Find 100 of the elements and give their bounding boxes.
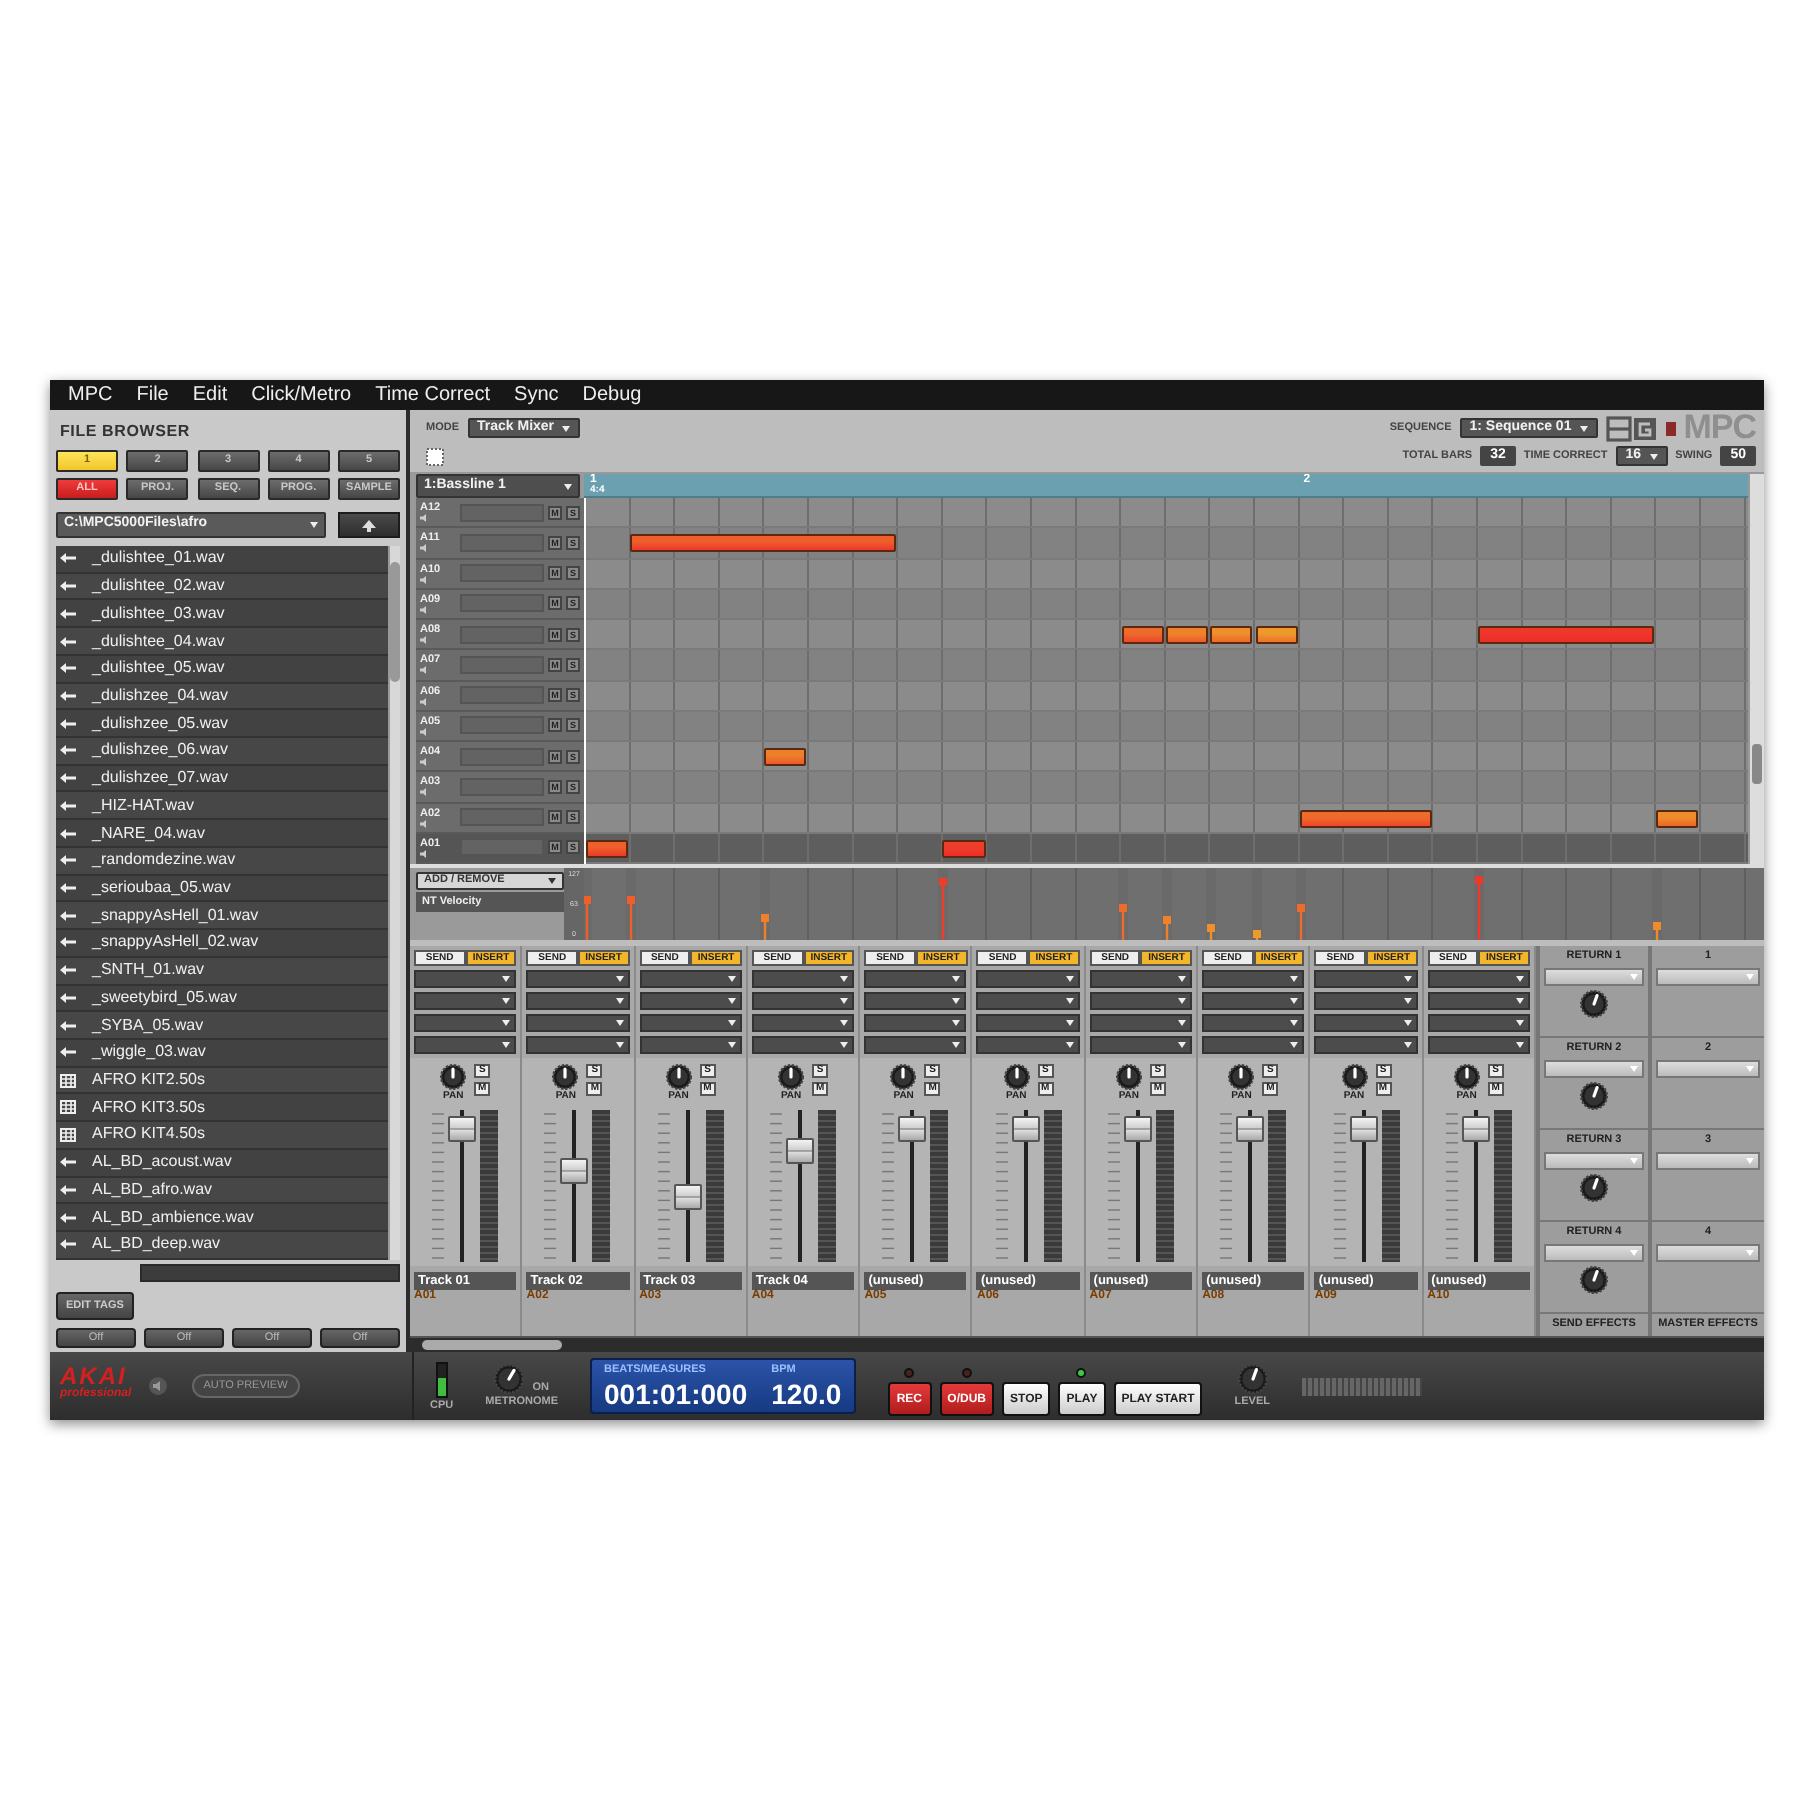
insert-slot-dropdown[interactable]: [1202, 970, 1305, 988]
browser-entry[interactable]: _NARE_04.wav: [56, 820, 388, 848]
level-knob[interactable]: [1237, 1364, 1268, 1394]
browser-entry[interactable]: _dulishzee_05.wav: [56, 710, 388, 739]
grid-row[interactable]: [584, 528, 1748, 559]
insert-slot-dropdown[interactable]: [1202, 992, 1305, 1010]
menu-item[interactable]: Debug: [570, 381, 654, 409]
browser-entry[interactable]: _randomdezine.wav: [56, 847, 388, 876]
browser-entry[interactable]: AL_BD_acoust.wav: [56, 1149, 388, 1178]
menu-item[interactable]: Click/Metro: [239, 381, 364, 409]
insert-slot-dropdown[interactable]: [864, 992, 967, 1010]
menu-item[interactable]: File: [124, 381, 181, 409]
effect-dropdown[interactable]: [1656, 1152, 1760, 1170]
fader-thumb[interactable]: [1011, 1116, 1040, 1143]
insert-slot-dropdown[interactable]: [1089, 1014, 1193, 1032]
pan-knob[interactable]: [890, 1064, 917, 1090]
fader-thumb[interactable]: [1349, 1116, 1378, 1143]
insert-slot-dropdown[interactable]: [1202, 1014, 1305, 1032]
browser-entry[interactable]: AFRO KIT3.50s: [56, 1094, 388, 1123]
browser-entry[interactable]: _snappyAsHell_02.wav: [56, 930, 388, 958]
insert-slot-dropdown[interactable]: [864, 1014, 967, 1032]
tag-field[interactable]: [140, 1264, 400, 1282]
browser-entry[interactable]: AL_BD_deep.wav: [56, 1231, 388, 1260]
fader-thumb[interactable]: [1236, 1116, 1265, 1143]
insert-slot-dropdown[interactable]: [751, 970, 855, 988]
fader-thumb[interactable]: [1123, 1116, 1152, 1143]
fader-thumb[interactable]: [898, 1116, 927, 1143]
pan-knob[interactable]: [665, 1064, 692, 1090]
pan-knob[interactable]: [1228, 1064, 1255, 1090]
browser-entry[interactable]: AFRO KIT4.50s: [56, 1122, 388, 1150]
note-block[interactable]: [1299, 809, 1432, 827]
menu-item[interactable]: Time Correct: [363, 381, 503, 409]
menu-item[interactable]: Edit: [180, 381, 240, 409]
pan-knob[interactable]: [778, 1064, 805, 1090]
browser-entry[interactable]: AFRO KIT2.50s: [56, 1067, 388, 1095]
insert-slot-dropdown[interactable]: [1427, 970, 1530, 988]
browser-entry[interactable]: _sweetybird_05.wav: [56, 985, 388, 1013]
return-knob[interactable]: [1580, 990, 1608, 1018]
browser-entry[interactable]: AL_BD_afro.wav: [56, 1177, 388, 1205]
note-block[interactable]: [1255, 626, 1298, 644]
fader-track[interactable]: [1123, 1110, 1152, 1262]
fader-thumb[interactable]: [1461, 1116, 1490, 1143]
scrollbar-thumb[interactable]: [1752, 744, 1762, 784]
select-icon[interactable]: [426, 447, 444, 465]
pan-knob[interactable]: [1003, 1064, 1030, 1090]
metronome-knob[interactable]: [494, 1364, 525, 1394]
note-block[interactable]: [942, 839, 986, 858]
fader-thumb[interactable]: [448, 1116, 477, 1143]
scrollbar[interactable]: [388, 546, 400, 1260]
insert-slot-dropdown[interactable]: [639, 970, 742, 988]
pan-knob[interactable]: [552, 1064, 579, 1090]
browser-entry[interactable]: _dulishtee_01.wav: [56, 546, 388, 574]
insert-slot-dropdown[interactable]: [639, 1036, 742, 1054]
grid-row[interactable]: [584, 803, 1748, 834]
note-block[interactable]: [1165, 626, 1209, 644]
browser-entry[interactable]: _dulishzee_06.wav: [56, 738, 388, 766]
insert-slot-dropdown[interactable]: [414, 1036, 517, 1054]
insert-slot-dropdown[interactable]: [751, 992, 855, 1010]
insert-slot-dropdown[interactable]: [639, 1014, 742, 1032]
insert-slot-dropdown[interactable]: [864, 970, 967, 988]
insert-slot-dropdown[interactable]: [1089, 970, 1193, 988]
browser-entry[interactable]: _SNTH_01.wav: [56, 957, 388, 985]
note-block[interactable]: [586, 839, 629, 858]
note-block[interactable]: [630, 534, 897, 553]
fader-track[interactable]: [1236, 1110, 1265, 1262]
insert-slot-dropdown[interactable]: [1427, 1014, 1530, 1032]
browser-entry[interactable]: _dulishzee_07.wav: [56, 765, 388, 793]
browser-entry[interactable]: _serioubaa_05.wav: [56, 875, 388, 903]
browser-entry[interactable]: _dulishtee_05.wav: [56, 655, 388, 684]
pan-knob[interactable]: [440, 1064, 467, 1090]
browser-entry[interactable]: _dulishtee_02.wav: [56, 573, 388, 601]
return-knob[interactable]: [1580, 1082, 1608, 1110]
fader-thumb[interactable]: [786, 1137, 815, 1164]
insert-slot-dropdown[interactable]: [751, 1014, 855, 1032]
browser-entry[interactable]: _wiggle_03.wav: [56, 1039, 388, 1068]
insert-slot-dropdown[interactable]: [1089, 992, 1193, 1010]
pan-knob[interactable]: [1453, 1064, 1480, 1090]
note-block[interactable]: [1478, 626, 1655, 644]
browser-entry[interactable]: _dulishtee_03.wav: [56, 600, 388, 629]
grid-row[interactable]: [584, 620, 1748, 651]
insert-slot-dropdown[interactable]: [1427, 1036, 1530, 1054]
scrollbar-thumb[interactable]: [422, 1340, 562, 1350]
up-button[interactable]: [338, 512, 400, 538]
fader-track[interactable]: [1011, 1110, 1040, 1262]
fader-track[interactable]: [448, 1110, 477, 1262]
insert-slot-dropdown[interactable]: [414, 992, 517, 1010]
insert-slot-dropdown[interactable]: [1202, 1036, 1305, 1054]
browser-entry[interactable]: _dulishtee_04.wav: [56, 628, 388, 656]
effect-dropdown[interactable]: [1656, 1244, 1760, 1262]
return-knob[interactable]: [1580, 1174, 1608, 1202]
pan-knob[interactable]: [1341, 1064, 1368, 1090]
insert-slot-dropdown[interactable]: [414, 970, 517, 988]
insert-slot-dropdown[interactable]: [1427, 992, 1530, 1010]
fader-track[interactable]: [1461, 1110, 1490, 1262]
note-block[interactable]: [1210, 626, 1253, 644]
fader-track[interactable]: [898, 1110, 927, 1262]
insert-slot-dropdown[interactable]: [414, 1014, 517, 1032]
insert-slot-dropdown[interactable]: [639, 992, 742, 1010]
note-block[interactable]: [1121, 626, 1164, 644]
effect-dropdown[interactable]: [1656, 1060, 1760, 1078]
